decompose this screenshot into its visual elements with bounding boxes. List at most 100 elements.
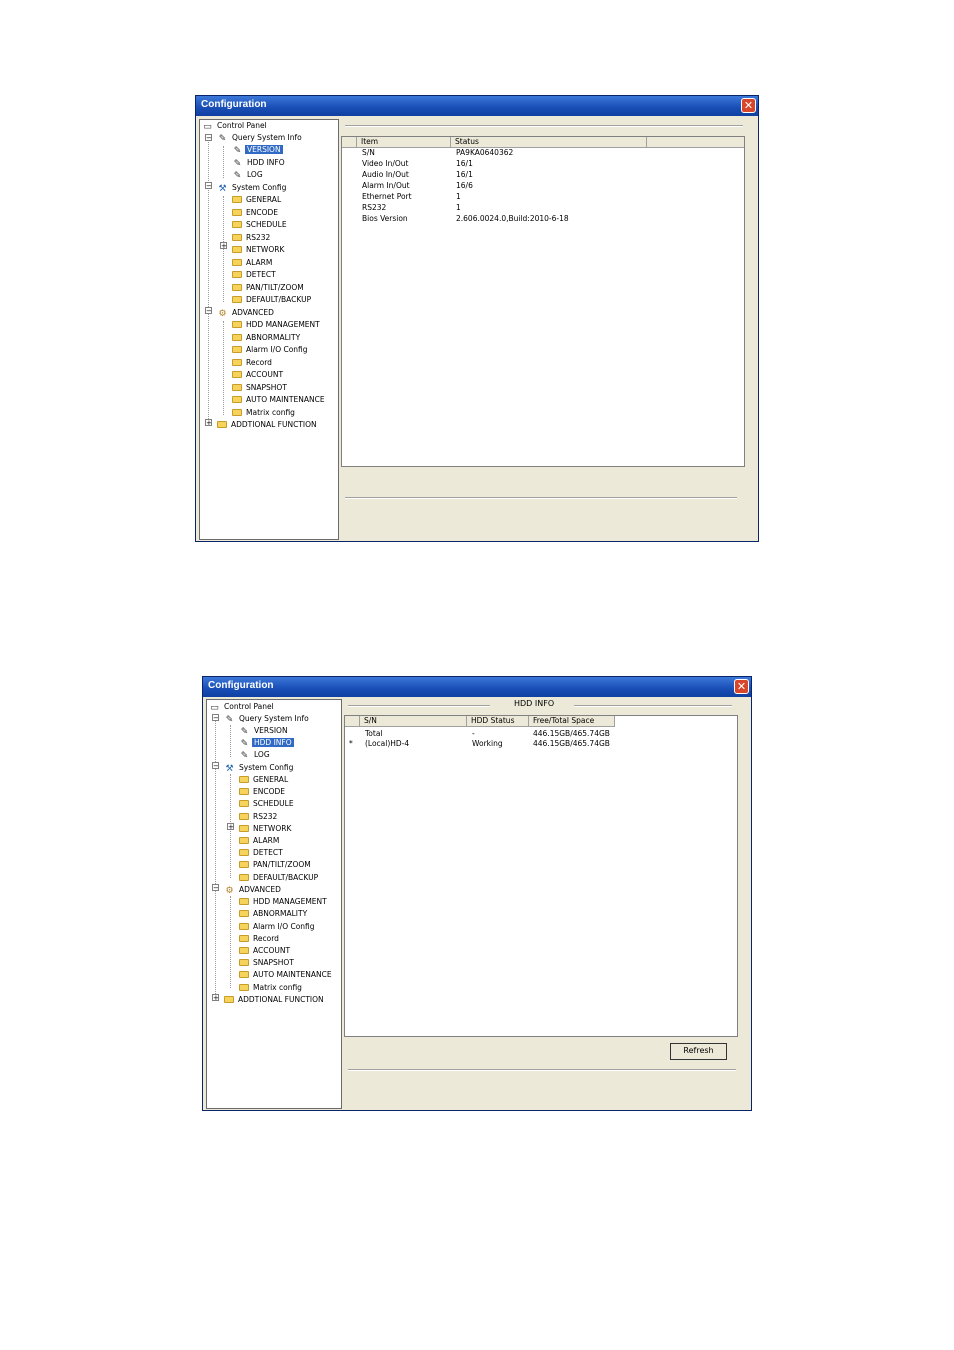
version-row-status: 16/6 (456, 181, 473, 190)
edit-document-icon: ✎ (233, 146, 242, 156)
hdd-info-panel: HDD INFO S/N HDD Status Free/Total Space… (344, 699, 748, 1109)
folder-icon (232, 334, 242, 341)
hdd-row-status: - (472, 729, 475, 738)
tree-item-network[interactable]: NETWORK (239, 823, 293, 835)
folder-icon (232, 384, 242, 391)
folder-icon (232, 234, 242, 241)
tree-item-schedule[interactable]: SCHEDULE (232, 219, 289, 231)
folder-icon (232, 409, 242, 416)
tree-item-query-system-info[interactable]: ✎ Query System Info (224, 713, 311, 725)
column-header-free-total-space[interactable]: Free/Total Space (529, 716, 615, 727)
folder-icon (239, 935, 249, 942)
folder-icon (232, 371, 242, 378)
tree-item-account[interactable]: ACCOUNT (232, 369, 285, 381)
version-row-item: Video In/Out (362, 159, 409, 168)
tree-item-version[interactable]: ✎ VERSION (239, 725, 290, 737)
gears-icon: ⚙ (218, 309, 227, 319)
tree-item-abnormality[interactable]: ABNORMALITY (239, 908, 309, 920)
tree-item-general[interactable]: GENERAL (232, 194, 283, 206)
close-icon[interactable]: ✕ (741, 98, 756, 113)
tree-item-default-backup[interactable]: DEFAULT/BACKUP (232, 294, 313, 306)
tree-item-detect[interactable]: DETECT (232, 269, 278, 281)
tree-item-default-backup[interactable]: DEFAULT/BACKUP (239, 872, 320, 884)
tree-item-hdd-info[interactable]: ✎ HDD INFO (232, 157, 287, 169)
tree-item-hdd-info[interactable]: ✎ HDD INFO (239, 737, 294, 749)
tree-item-rs232[interactable]: RS232 (232, 232, 272, 244)
hdd-row-space: 446.15GB/465.74GB (533, 739, 610, 748)
hdd-row-sn[interactable]: Total (365, 729, 383, 739)
folder-icon (239, 971, 249, 978)
gears-icon: ⚙ (225, 886, 234, 896)
tree-item-abnormality[interactable]: ABNORMALITY (232, 332, 302, 344)
tree-item-advanced[interactable]: ⚙ ADVANCED (224, 884, 283, 896)
version-row-status: 16/1 (456, 170, 473, 179)
folder-icon (232, 221, 242, 228)
tree-item-control-panel[interactable]: ▭ Control Panel (202, 120, 269, 132)
hdd-table[interactable]: S/N HDD Status Free/Total Space Total - … (344, 715, 738, 1037)
tree-item-snapshot[interactable]: SNAPSHOT (239, 957, 296, 969)
folder-icon (239, 849, 249, 856)
hdd-row-sn[interactable]: (Local)HD-4 (365, 739, 409, 749)
config-window-version: Configuration ✕ − − + − + ▭ Control Panel… (195, 95, 759, 542)
edit-document-icon: ✎ (240, 739, 249, 749)
tree-item-control-panel[interactable]: ▭ Control Panel (209, 701, 276, 713)
tree-item-alarm-io[interactable]: Alarm I/O Config (232, 344, 310, 356)
tree-item-hdd-management[interactable]: HDD MANAGEMENT (232, 319, 322, 331)
tree-item-advanced[interactable]: ⚙ ADVANCED (217, 307, 276, 319)
tree-item-rs232[interactable]: RS232 (239, 811, 279, 823)
version-row-item: Bios Version (362, 214, 408, 223)
folder-icon (239, 923, 249, 930)
tree-item-log[interactable]: ✎ LOG (232, 169, 265, 181)
tree-item-alarm-io[interactable]: Alarm I/O Config (239, 921, 317, 933)
window-title: Configuration (208, 680, 274, 691)
tree-item-encode[interactable]: ENCODE (232, 207, 280, 219)
tree-item-system-config[interactable]: ⚒ System Config (224, 762, 295, 774)
folder-icon (224, 996, 234, 1003)
refresh-button[interactable]: Refresh (670, 1043, 727, 1060)
tree-item-record[interactable]: Record (232, 357, 274, 369)
version-row-item: Ethernet Port (362, 192, 412, 201)
tree-item-system-config[interactable]: ⚒ System Config (217, 182, 288, 194)
edit-document-icon: ✎ (233, 159, 242, 169)
tree-item-detect[interactable]: DETECT (239, 847, 285, 859)
tree-panel: − − + − + ▭ Control Panel ✎ Query System I… (199, 119, 339, 540)
tree-item-network[interactable]: NETWORK (232, 244, 286, 256)
title-bar[interactable]: Configuration ✕ (203, 677, 751, 697)
column-header-item[interactable]: Item (357, 137, 451, 148)
tree-item-version[interactable]: ✎ VERSION (232, 144, 283, 156)
close-icon[interactable]: ✕ (734, 679, 749, 694)
column-header-sn[interactable]: S/N (360, 716, 467, 727)
tree-item-alarm[interactable]: ALARM (239, 835, 281, 847)
folder-icon (239, 788, 249, 795)
folder-icon (232, 346, 242, 353)
tree-item-matrix-config[interactable]: Matrix config (239, 982, 304, 994)
version-table[interactable]: Item Status S/N PA9KA0640362 Video In/Ou… (341, 136, 745, 467)
tree-item-auto-maintenance[interactable]: AUTO MAINTENANCE (232, 394, 327, 406)
tree-item-additional-function[interactable]: ADDTIONAL FUNCTION (224, 994, 326, 1006)
tree-item-query-system-info[interactable]: ✎ Query System Info (217, 132, 304, 144)
tree-item-general[interactable]: GENERAL (239, 774, 290, 786)
tree-item-record[interactable]: Record (239, 933, 281, 945)
version-row-status: 1 (456, 192, 461, 201)
tree-item-additional-function[interactable]: ADDTIONAL FUNCTION (217, 419, 319, 431)
tree-item-encode[interactable]: ENCODE (239, 786, 287, 798)
tree-item-ptz[interactable]: PAN/TILT/ZOOM (232, 282, 306, 294)
tree-item-schedule[interactable]: SCHEDULE (239, 798, 296, 810)
tree-item-log[interactable]: ✎ LOG (239, 749, 272, 761)
version-row-item: Alarm In/Out (362, 181, 410, 190)
tree-item-matrix-config[interactable]: Matrix config (232, 407, 297, 419)
edit-document-icon: ✎ (240, 751, 249, 761)
column-header-status[interactable]: Status (451, 137, 647, 148)
tree-item-ptz[interactable]: PAN/TILT/ZOOM (239, 859, 313, 871)
tree-item-snapshot[interactable]: SNAPSHOT (232, 382, 289, 394)
edit-document-icon: ✎ (240, 727, 249, 737)
column-header-hdd-status[interactable]: HDD Status (467, 716, 529, 727)
version-row-item: RS232 (362, 203, 387, 212)
title-bar[interactable]: Configuration ✕ (196, 96, 758, 116)
tree-item-alarm[interactable]: ALARM (232, 257, 274, 269)
tree-item-auto-maintenance[interactable]: AUTO MAINTENANCE (239, 969, 334, 981)
tree-panel: − − + − + ▭ Control Panel ✎ Query System I… (206, 699, 342, 1109)
version-row-status: 1 (456, 203, 461, 212)
tree-item-hdd-management[interactable]: HDD MANAGEMENT (239, 896, 329, 908)
tree-item-account[interactable]: ACCOUNT (239, 945, 292, 957)
